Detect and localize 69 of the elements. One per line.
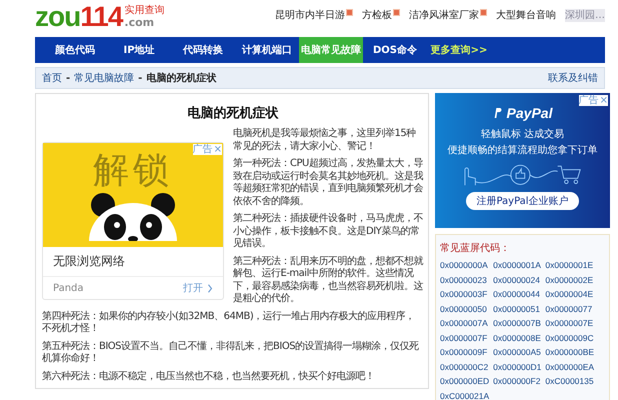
code-link[interactable]: 0x0000009C [545, 330, 594, 345]
code-link[interactable]: 0x00000077 [545, 302, 594, 316]
paragraph: 第一种死法：CPU超频过高，发热量太大，导致在启动或运行时会莫名其妙地死机。这是我等超频狂常犯的错误，直到电脑频繁死机才会依依不舍的降频。 [233, 158, 424, 208]
codes-heading: 常见蓝屏代码： [440, 242, 511, 255]
top-link[interactable]: 昆明市内半日游 [275, 9, 345, 22]
paragraph: 第二种死法：插拔硬件设备时，马马虎虎，不小心操作，板卡接触不良。这是DIY菜鸟的常见错误。 [233, 213, 424, 250]
code-link[interactable]: 0x00000023 [440, 272, 490, 287]
code-link[interactable]: 0x000000F2 [493, 374, 542, 388]
code-link[interactable]: 0x00000024 [493, 272, 542, 287]
top-link[interactable]: 方检板 [362, 9, 392, 22]
code-link[interactable]: 0x0000001E [545, 258, 594, 272]
paragraph: 第六种死法：电源不稳定，电压当然也不稳，也当然要死机，快买个好电源吧！ [42, 370, 376, 383]
ad-label: 广告 [192, 144, 213, 155]
code-link[interactable]: 0x0000004E [545, 287, 594, 302]
code-link[interactable]: 0x00000044 [493, 287, 542, 302]
p-logo-icon [492, 107, 503, 119]
paypal-ad-banner[interactable]: 广告× PayPal 轻触鼠标 达成交易 便捷顺畅的结算流程助您拿下订单 注册PayPal企业账户 [435, 93, 610, 228]
code-link[interactable]: 0x0000009F [440, 345, 490, 360]
code-link[interactable]: 0x0000003F [440, 287, 490, 302]
article-title: 电脑的死机症状 [186, 104, 280, 122]
code-link[interactable]: 0x000000C2 [440, 360, 490, 374]
logo-domain: .com [124, 17, 156, 29]
ad-headline: 轻触鼠标 达成交易 [480, 128, 564, 141]
nav-tab[interactable]: 代码转换 [171, 37, 235, 63]
logo-text[interactable]: zou [35, 2, 80, 32]
breadcrumb-link[interactable]: 常见电脑故障 [74, 71, 134, 85]
code-link[interactable]: 0x0000007A [440, 316, 490, 330]
paragraph: 电脑死机是我等最烦恼之事，这里列举15种常见的死法，请大家小心、警记！ [233, 128, 417, 153]
code-link[interactable]: 0x0000008E [493, 330, 542, 345]
code-link[interactable]: 0x00000050 [440, 302, 490, 316]
chevron-right-icon [207, 284, 213, 292]
code-link[interactable]: 0x0000007F [440, 330, 490, 345]
code-link[interactable]: 0x0000001A [493, 258, 542, 272]
brand-name: PayPal [506, 105, 552, 121]
code-link[interactable]: 0x0000000A [440, 258, 490, 272]
logo-tagline: 实用查询 [124, 5, 164, 17]
feedback-link[interactable]: 联系及纠错 [548, 71, 598, 85]
breadcrumb-separator: - [138, 72, 142, 84]
nav-tab[interactable]: 颜色代码 [43, 37, 107, 63]
code-link[interactable]: 0xC000021A [440, 388, 490, 400]
code-link[interactable]: 0x000000A5 [493, 345, 542, 360]
code-link[interactable]: 0x0000007B [493, 316, 542, 330]
register-button[interactable]: 注册PayPal企业账户 [466, 192, 579, 210]
ad-brand: Panda [53, 282, 84, 294]
breadcrumb-current: 电脑的死机症状 [146, 71, 216, 85]
nav-tab[interactable]: IP地址 [107, 37, 171, 63]
top-link[interactable]: 洁净风淋室厂家 [409, 9, 479, 22]
code-link[interactable]: 0x0000002E [545, 272, 594, 287]
breadcrumb-separator: - [66, 72, 70, 84]
nav-tab[interactable]: DOS命令 [363, 37, 427, 63]
code-link[interactable]: 0x00000051 [493, 302, 542, 316]
ad-label: 广告 [578, 95, 599, 106]
ad-subline: 便捷顺畅的结算流程助您拿下订单 [448, 144, 598, 157]
ad-headline: 解锁 [93, 151, 173, 191]
paragraph: 第四种死法：如果你的内存较小(如32MB、64MB)，运行一堆占用内存极大的应用程序，不死机才怪！ [42, 310, 416, 336]
code-link[interactable]: 0x000000D1 [493, 360, 542, 374]
code-link[interactable]: 0x000000BE [545, 345, 594, 360]
code-link[interactable]: 0x000000ED [440, 374, 490, 388]
code-link[interactable]: 0x000000EA [545, 360, 594, 374]
nav-tab[interactable]: 更多查询>> [427, 37, 491, 63]
code-link[interactable]: 0x0000007E [545, 316, 594, 330]
code-link[interactable]: 0xC0000135 [545, 374, 594, 388]
ad-caption: 无限浏览网络 [43, 247, 223, 277]
logo-number[interactable]: 114 [80, 2, 122, 32]
breadcrumb-link[interactable]: 首页 [42, 71, 62, 85]
paragraph: 第三种死法：乱用来历不明的盘，想都不想就解包、运行E-mail中所附的软件。这些情况下，最容易感染病毒，也当然容易死机啦。这是粗心的代价。 [233, 256, 424, 306]
paragraph: 第五种死法：BIOS设置不当。自己不懂，非得乱来，把BIOS的设置搞得一塌糊涂，仅仅死机算你命好！ [42, 340, 420, 366]
top-link[interactable]: 大型舞台音响 [496, 9, 556, 22]
nav-tab[interactable]: 计算机端口 [235, 37, 299, 63]
